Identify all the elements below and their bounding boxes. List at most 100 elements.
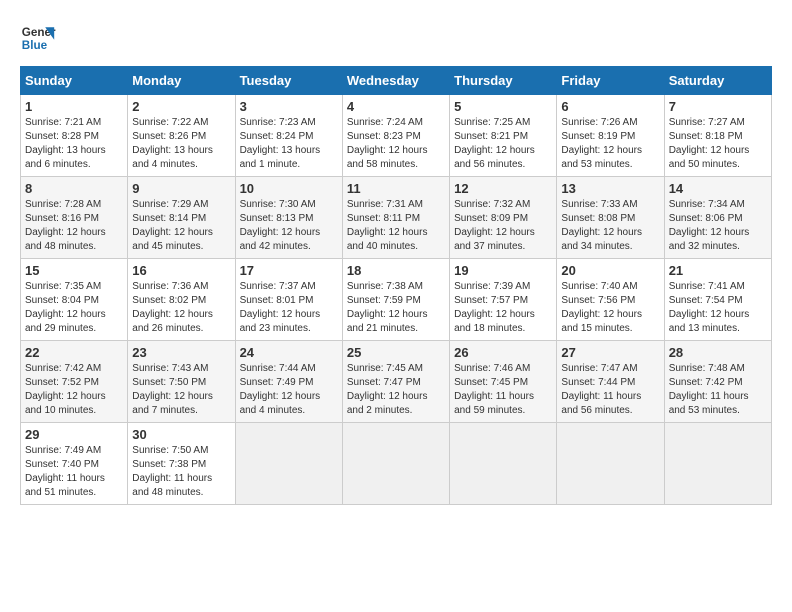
day-info: Sunrise: 7:42 AMSunset: 7:52 PMDaylight:… bbox=[25, 362, 123, 418]
column-header-saturday: Saturday bbox=[664, 67, 771, 95]
day-number: 24 bbox=[240, 345, 338, 360]
calendar-cell: 30 Sunrise: 7:50 AMSunset: 7:38 PMDayligh… bbox=[128, 423, 235, 505]
day-info: Sunrise: 7:38 AMSunset: 7:59 PMDaylight:… bbox=[347, 280, 445, 336]
column-header-thursday: Thursday bbox=[450, 67, 557, 95]
day-info: Sunrise: 7:23 AMSunset: 8:24 PMDaylight:… bbox=[240, 116, 338, 172]
calendar-cell: 17Sunrise: 7:37 AMSunset: 8:01 PMDayligh… bbox=[235, 259, 342, 341]
calendar-cell bbox=[235, 423, 342, 505]
calendar-cell: 18 Sunrise: 7:38 AMSunset: 7:59 PMDayligh… bbox=[342, 259, 449, 341]
calendar-cell: 21Sunrise: 7:41 AMSunset: 7:54 PMDayligh… bbox=[664, 259, 771, 341]
day-number: 19 bbox=[454, 263, 552, 278]
column-header-friday: Friday bbox=[557, 67, 664, 95]
calendar-table: SundayMondayTuesdayWednesdayThursdayFrid… bbox=[20, 66, 772, 505]
day-info: Sunrise: 7:39 AMSunset: 7:57 PMDaylight:… bbox=[454, 280, 552, 336]
calendar-cell: 23 Sunrise: 7:43 AMSunset: 7:50 PMDayligh… bbox=[128, 341, 235, 423]
day-number: 13 bbox=[561, 181, 659, 196]
day-info: Sunrise: 7:43 AMSunset: 7:50 PMDaylight:… bbox=[132, 362, 230, 418]
day-number: 10 bbox=[240, 181, 338, 196]
calendar-cell: 29 Sunrise: 7:49 AMSunset: 7:40 PMDayligh… bbox=[21, 423, 128, 505]
day-info: Sunrise: 7:49 AMSunset: 7:40 PMDaylight:… bbox=[25, 444, 123, 500]
day-number: 28 bbox=[669, 345, 767, 360]
day-info: Sunrise: 7:44 AMSunset: 7:49 PMDaylight:… bbox=[240, 362, 338, 418]
day-number: 23 bbox=[132, 345, 230, 360]
calendar-cell: 6 Sunrise: 7:26 AMSunset: 8:19 PMDaylight… bbox=[557, 95, 664, 177]
day-number: 29 bbox=[25, 427, 123, 442]
logo: General Blue bbox=[20, 20, 56, 56]
day-number: 4 bbox=[347, 99, 445, 114]
day-number: 26 bbox=[454, 345, 552, 360]
day-info: Sunrise: 7:25 AMSunset: 8:21 PMDaylight:… bbox=[454, 116, 552, 172]
calendar-cell: 24 Sunrise: 7:44 AMSunset: 7:49 PMDayligh… bbox=[235, 341, 342, 423]
day-number: 5 bbox=[454, 99, 552, 114]
column-header-wednesday: Wednesday bbox=[342, 67, 449, 95]
day-info: Sunrise: 7:31 AMSunset: 8:11 PMDaylight:… bbox=[347, 198, 445, 254]
calendar-cell: 26 Sunrise: 7:46 AMSunset: 7:45 PMDayligh… bbox=[450, 341, 557, 423]
calendar-cell: 7 Sunrise: 7:27 AMSunset: 8:18 PMDaylight… bbox=[664, 95, 771, 177]
page-header: General Blue bbox=[20, 20, 772, 56]
day-info: Sunrise: 7:40 AMSunset: 7:56 PMDaylight:… bbox=[561, 280, 659, 336]
calendar-cell: 13 Sunrise: 7:33 AMSunset: 8:08 PMDayligh… bbox=[557, 177, 664, 259]
day-info: Sunrise: 7:22 AMSunset: 8:26 PMDaylight:… bbox=[132, 116, 230, 172]
day-info: Sunrise: 7:34 AMSunset: 8:06 PMDaylight:… bbox=[669, 198, 767, 254]
calendar-cell: 3Sunrise: 7:23 AMSunset: 8:24 PMDaylight… bbox=[235, 95, 342, 177]
day-info: Sunrise: 7:35 AMSunset: 8:04 PMDaylight:… bbox=[25, 280, 123, 336]
day-info: Sunrise: 7:26 AMSunset: 8:19 PMDaylight:… bbox=[561, 116, 659, 172]
calendar-cell: 1 Sunrise: 7:21 AMSunset: 8:28 PMDaylight… bbox=[21, 95, 128, 177]
day-number: 25 bbox=[347, 345, 445, 360]
day-number: 30 bbox=[132, 427, 230, 442]
calendar-cell: 12 Sunrise: 7:32 AMSunset: 8:09 PMDayligh… bbox=[450, 177, 557, 259]
day-number: 16 bbox=[132, 263, 230, 278]
column-header-monday: Monday bbox=[128, 67, 235, 95]
column-header-tuesday: Tuesday bbox=[235, 67, 342, 95]
calendar-cell bbox=[557, 423, 664, 505]
day-number: 6 bbox=[561, 99, 659, 114]
day-number: 21 bbox=[669, 263, 767, 278]
svg-text:Blue: Blue bbox=[22, 39, 48, 52]
day-number: 18 bbox=[347, 263, 445, 278]
calendar-cell: 20Sunrise: 7:40 AMSunset: 7:56 PMDayligh… bbox=[557, 259, 664, 341]
calendar-cell bbox=[342, 423, 449, 505]
day-info: Sunrise: 7:46 AMSunset: 7:45 PMDaylight:… bbox=[454, 362, 552, 418]
day-number: 2 bbox=[132, 99, 230, 114]
day-info: Sunrise: 7:32 AMSunset: 8:09 PMDaylight:… bbox=[454, 198, 552, 254]
calendar-cell: 14 Sunrise: 7:34 AMSunset: 8:06 PMDayligh… bbox=[664, 177, 771, 259]
day-number: 8 bbox=[25, 181, 123, 196]
calendar-cell bbox=[450, 423, 557, 505]
day-info: Sunrise: 7:47 AMSunset: 7:44 PMDaylight:… bbox=[561, 362, 659, 418]
day-info: Sunrise: 7:30 AMSunset: 8:13 PMDaylight:… bbox=[240, 198, 338, 254]
calendar-cell: 5 Sunrise: 7:25 AMSunset: 8:21 PMDaylight… bbox=[450, 95, 557, 177]
day-info: Sunrise: 7:36 AMSunset: 8:02 PMDaylight:… bbox=[132, 280, 230, 336]
calendar-cell: 28 Sunrise: 7:48 AMSunset: 7:42 PMDayligh… bbox=[664, 341, 771, 423]
calendar-cell: 2 Sunrise: 7:22 AMSunset: 8:26 PMDaylight… bbox=[128, 95, 235, 177]
logo-icon: General Blue bbox=[20, 20, 56, 56]
calendar-cell: 9 Sunrise: 7:29 AMSunset: 8:14 PMDaylight… bbox=[128, 177, 235, 259]
calendar-cell bbox=[664, 423, 771, 505]
calendar-cell: 25 Sunrise: 7:45 AMSunset: 7:47 PMDayligh… bbox=[342, 341, 449, 423]
day-info: Sunrise: 7:45 AMSunset: 7:47 PMDaylight:… bbox=[347, 362, 445, 418]
day-info: Sunrise: 7:37 AMSunset: 8:01 PMDaylight:… bbox=[240, 280, 338, 336]
day-info: Sunrise: 7:28 AMSunset: 8:16 PMDaylight:… bbox=[25, 198, 123, 254]
calendar-cell: 27 Sunrise: 7:47 AMSunset: 7:44 PMDayligh… bbox=[557, 341, 664, 423]
day-number: 7 bbox=[669, 99, 767, 114]
day-info: Sunrise: 7:27 AMSunset: 8:18 PMDaylight:… bbox=[669, 116, 767, 172]
day-number: 12 bbox=[454, 181, 552, 196]
day-info: Sunrise: 7:24 AMSunset: 8:23 PMDaylight:… bbox=[347, 116, 445, 172]
day-number: 9 bbox=[132, 181, 230, 196]
day-number: 22 bbox=[25, 345, 123, 360]
calendar-cell: 8 Sunrise: 7:28 AMSunset: 8:16 PMDaylight… bbox=[21, 177, 128, 259]
day-info: Sunrise: 7:48 AMSunset: 7:42 PMDaylight:… bbox=[669, 362, 767, 418]
calendar-cell: 16 Sunrise: 7:36 AMSunset: 8:02 PMDayligh… bbox=[128, 259, 235, 341]
day-number: 15 bbox=[25, 263, 123, 278]
day-number: 11 bbox=[347, 181, 445, 196]
calendar-cell: 19 Sunrise: 7:39 AMSunset: 7:57 PMDayligh… bbox=[450, 259, 557, 341]
day-number: 14 bbox=[669, 181, 767, 196]
column-header-sunday: Sunday bbox=[21, 67, 128, 95]
calendar-cell: 4 Sunrise: 7:24 AMSunset: 8:23 PMDaylight… bbox=[342, 95, 449, 177]
day-info: Sunrise: 7:33 AMSunset: 8:08 PMDaylight:… bbox=[561, 198, 659, 254]
calendar-cell: 15 Sunrise: 7:35 AMSunset: 8:04 PMDayligh… bbox=[21, 259, 128, 341]
day-info: Sunrise: 7:21 AMSunset: 8:28 PMDaylight:… bbox=[25, 116, 123, 172]
day-info: Sunrise: 7:50 AMSunset: 7:38 PMDaylight:… bbox=[132, 444, 230, 500]
day-info: Sunrise: 7:29 AMSunset: 8:14 PMDaylight:… bbox=[132, 198, 230, 254]
day-number: 27 bbox=[561, 345, 659, 360]
day-number: 1 bbox=[25, 99, 123, 114]
